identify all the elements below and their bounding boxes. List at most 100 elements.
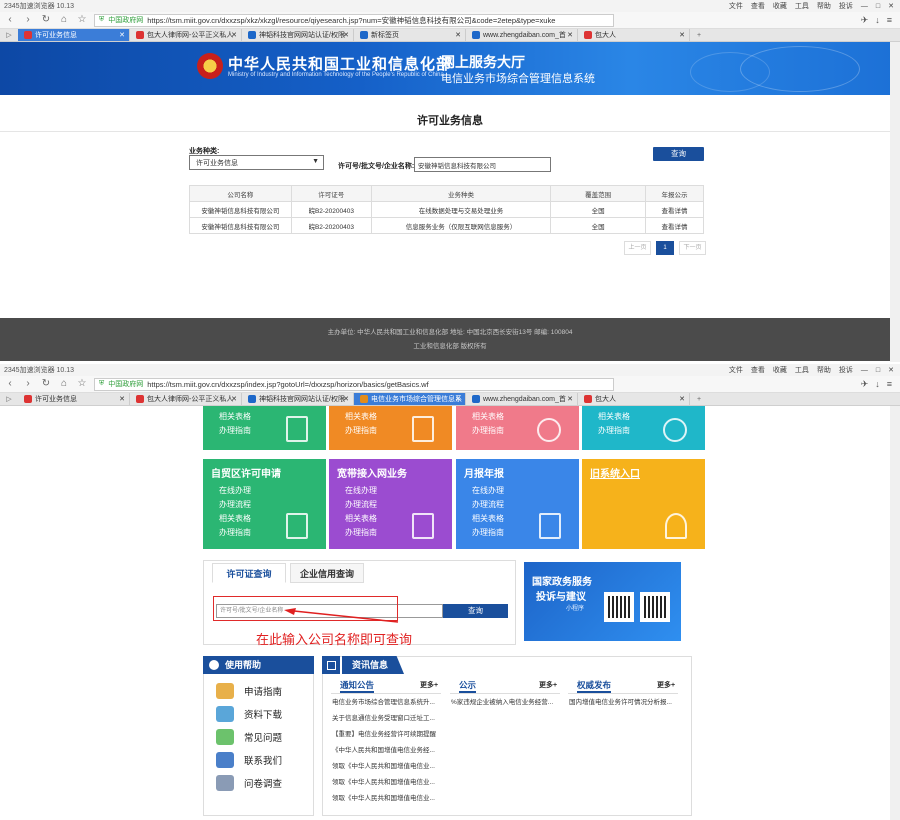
tile-link[interactable]: 相关表格 xyxy=(472,410,579,424)
tile-top-1[interactable]: 相关表格 办理指南 xyxy=(203,406,326,450)
news-item[interactable]: 领取《中华人民共和国增值电信业... xyxy=(332,777,440,789)
close-icon[interactable]: ✕ xyxy=(888,366,894,374)
news-item[interactable]: 国内增值电信业务许可情况分析报... xyxy=(569,697,679,709)
minimize-icon[interactable]: — xyxy=(861,3,868,10)
scrollbar[interactable] xyxy=(890,42,900,362)
close-icon[interactable]: ✕ xyxy=(567,395,573,403)
menu-icon[interactable]: ≡ xyxy=(887,15,892,26)
tab-credit-query[interactable]: 企业信用查询 xyxy=(290,563,364,583)
close-icon[interactable]: ✕ xyxy=(888,2,894,10)
menu-icon[interactable]: ≡ xyxy=(887,379,892,390)
news-item[interactable]: 领取《中华人民共和国增值电信业... xyxy=(332,793,440,805)
close-icon[interactable]: ✕ xyxy=(679,31,685,39)
menu-view[interactable]: 查看 xyxy=(751,365,765,375)
star-icon[interactable]: ☆ xyxy=(76,378,88,390)
tile-link[interactable]: 相关表格 xyxy=(472,512,579,526)
tile-link[interactable]: 在线办理 xyxy=(345,484,452,498)
tile-top-4[interactable]: 相关表格 办理指南 xyxy=(582,406,705,450)
tab-license-query[interactable]: 许可证查询 xyxy=(212,563,286,583)
view-details-link[interactable]: 查看详情 xyxy=(645,217,704,234)
tab-baodaren[interactable]: 包大人 ✕ xyxy=(578,29,690,41)
url-field[interactable]: ⛨ 中国政府网 https://tsm.miit.gov.cn/dxxzsp/i… xyxy=(94,377,614,391)
tile-broadband[interactable]: 宽带接入网业务 在线办理 办理流程 相关表格 办理指南 xyxy=(329,459,452,549)
close-icon[interactable]: ✕ xyxy=(119,31,125,39)
help-item-download[interactable]: 资料下载 xyxy=(216,703,282,725)
news-item[interactable]: 电信业务市场综合管理信息系统升... xyxy=(332,697,440,709)
news-item[interactable]: 领取《中华人民共和国增值电信业... xyxy=(332,761,440,773)
tile-link[interactable]: 办理流程 xyxy=(345,498,452,512)
close-icon[interactable]: ✕ xyxy=(231,31,237,39)
news-item[interactable]: %家违规企业被纳入电信业务经营... xyxy=(451,697,559,709)
news-item[interactable]: 【重要】电信业务经营许可续期提醒 xyxy=(332,729,440,741)
license-search-button[interactable]: 查询 xyxy=(443,604,508,618)
scrollbar[interactable] xyxy=(890,406,900,820)
tile-link[interactable]: 办理指南 xyxy=(219,526,326,540)
tile-link[interactable]: 在线办理 xyxy=(472,484,579,498)
tile-link[interactable]: 办理流程 xyxy=(219,498,326,512)
sidebar-toggle-icon[interactable]: ▷ xyxy=(0,29,18,41)
tab-shentao[interactable]: 神韬科技官网网站认证/权限 ✕ xyxy=(242,393,354,405)
maximize-icon[interactable]: □ xyxy=(876,3,880,10)
menu-file[interactable]: 文件 xyxy=(729,1,743,11)
download-icon[interactable]: ↓ xyxy=(875,15,880,26)
tab-publicity[interactable]: 公示 xyxy=(459,679,477,693)
menu-file[interactable]: 文件 xyxy=(729,365,743,375)
tile-link[interactable]: 相关表格 xyxy=(219,410,326,424)
tile-title[interactable]: 旧系统入口 xyxy=(590,465,705,480)
forward-icon[interactable]: › xyxy=(22,14,34,26)
tab-baodaren[interactable]: 包大人 ✕ xyxy=(578,393,690,405)
help-item-survey[interactable]: 问卷调查 xyxy=(216,772,282,794)
help-item-contact[interactable]: 联系我们 xyxy=(216,749,282,771)
menu-help[interactable]: 帮助 xyxy=(817,1,831,11)
rocket-icon[interactable]: ✈ xyxy=(861,379,869,390)
close-icon[interactable]: ✕ xyxy=(119,395,125,403)
refresh-icon[interactable]: ↻ xyxy=(40,378,52,390)
tile-ftz-license[interactable]: 自贸区许可申请 在线办理 办理流程 相关表格 办理指南 xyxy=(203,459,326,549)
current-page-button[interactable]: 1 xyxy=(656,241,674,255)
tile-link[interactable]: 在线办理 xyxy=(219,484,326,498)
tab-license-info[interactable]: 许可业务信息 ✕ xyxy=(18,29,130,41)
next-page-button[interactable]: 下一页 xyxy=(679,241,706,255)
view-details-link[interactable]: 查看详情 xyxy=(645,201,704,218)
menu-tools[interactable]: 工具 xyxy=(795,365,809,375)
forward-icon[interactable]: › xyxy=(22,378,34,390)
tile-link[interactable]: 办理指南 xyxy=(345,424,452,438)
menu-complaint[interactable]: 投诉 xyxy=(839,1,853,11)
refresh-icon[interactable]: ↻ xyxy=(40,14,52,26)
new-tab-icon[interactable]: + xyxy=(690,29,708,41)
menu-help[interactable]: 帮助 xyxy=(817,365,831,375)
query-input[interactable]: 安徽神韬信息科技有限公司 xyxy=(414,157,551,172)
help-item-faq[interactable]: 常见问题 xyxy=(216,726,282,748)
close-icon[interactable]: ✕ xyxy=(679,395,685,403)
tab-zhengdaiban[interactable]: www.zhengdaiban.com_首 ✕ xyxy=(466,393,578,405)
close-icon[interactable]: ✕ xyxy=(567,31,573,39)
tile-link[interactable]: 办理指南 xyxy=(598,424,705,438)
tile-link[interactable]: 办理指南 xyxy=(472,424,579,438)
tab-authoritative[interactable]: 权威发布 xyxy=(577,679,612,693)
close-icon[interactable]: ✕ xyxy=(455,395,461,403)
tab-zhengdaiban[interactable]: www.zhengdaiban.com_首 ✕ xyxy=(466,29,578,41)
tab-baodaren-lawyer[interactable]: 包大人律师网-公平正义私人 ✕ xyxy=(130,29,242,41)
menu-tools[interactable]: 工具 xyxy=(795,1,809,11)
gov-service-ad[interactable]: 国家政务服务 投诉与建议 小程序 xyxy=(524,562,681,641)
search-button[interactable]: 查询 xyxy=(653,147,704,161)
tile-old-system[interactable]: 旧系统入口 xyxy=(582,459,705,549)
help-item-guide[interactable]: 申请指南 xyxy=(216,680,282,702)
tile-top-3[interactable]: 相关表格 办理指南 xyxy=(456,406,579,450)
tile-title[interactable]: 宽带接入网业务 xyxy=(337,465,452,480)
menu-view[interactable]: 查看 xyxy=(751,1,765,11)
tile-link[interactable]: 办理指南 xyxy=(219,424,326,438)
minimize-icon[interactable]: — xyxy=(861,367,868,374)
more-link[interactable]: 更多+ xyxy=(539,680,557,690)
tile-title[interactable]: 月报年报 xyxy=(464,465,579,480)
rocket-icon[interactable]: ✈ xyxy=(861,15,869,26)
news-item[interactable]: 关于信息通信业务受理窗口迁址工... xyxy=(332,713,440,725)
tile-title[interactable]: 自贸区许可申请 xyxy=(211,465,326,480)
menu-favorites[interactable]: 收藏 xyxy=(773,365,787,375)
home-icon[interactable]: ⌂ xyxy=(58,378,70,390)
url-field[interactable]: ⛨ 中国政府网 https://tsm.miit.gov.cn/dxxzsp/x… xyxy=(94,13,614,27)
tile-top-2[interactable]: 相关表格 办理指南 xyxy=(329,406,452,450)
star-icon[interactable]: ☆ xyxy=(76,14,88,26)
menu-complaint[interactable]: 投诉 xyxy=(839,365,853,375)
menu-favorites[interactable]: 收藏 xyxy=(773,1,787,11)
